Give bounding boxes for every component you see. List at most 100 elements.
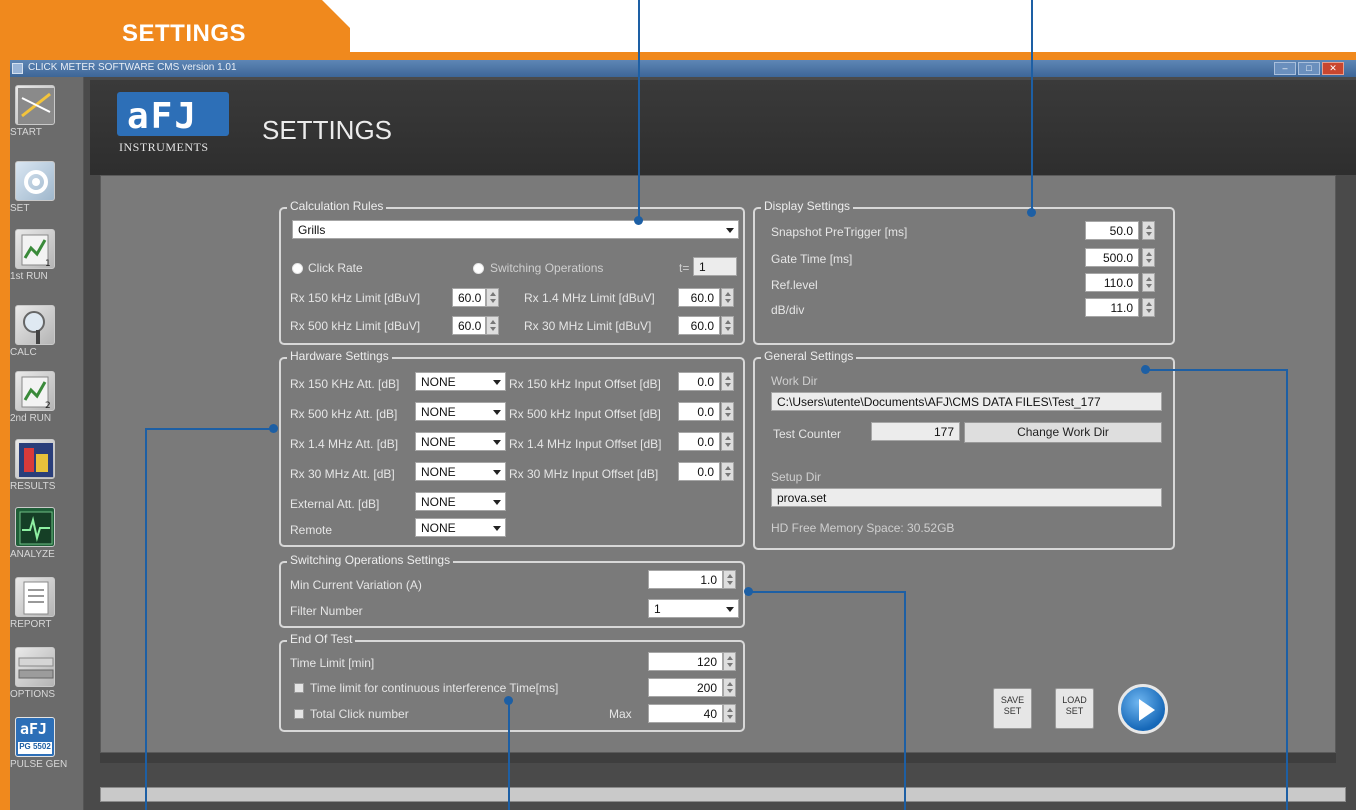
- gate-time-stepper[interactable]: [1142, 248, 1155, 267]
- rx30-offset-input[interactable]: 0.0: [678, 462, 720, 481]
- remote-select[interactable]: NONE: [415, 518, 506, 537]
- remote-label: Remote: [290, 523, 333, 537]
- rx150-att-select[interactable]: NONE: [415, 372, 506, 391]
- rx500-att-select[interactable]: NONE: [415, 402, 506, 421]
- sidebar-item-label: OPTIONS: [10, 689, 56, 700]
- rx500-offset-input[interactable]: 0.0: [678, 402, 720, 421]
- sidebar-item-analyze[interactable]: ANALYZE: [10, 507, 84, 583]
- horizontal-scrollbar[interactable]: [100, 787, 1346, 802]
- db-div-stepper[interactable]: [1142, 298, 1155, 317]
- rx500-limit-input[interactable]: 60.0: [452, 316, 486, 335]
- time-limit-stepper[interactable]: [723, 652, 736, 671]
- rx500-limit-stepper[interactable]: [486, 316, 499, 335]
- rx14-att-select[interactable]: NONE: [415, 432, 506, 451]
- time-limit-input[interactable]: 120: [648, 652, 723, 671]
- rx150-limit-input[interactable]: 60.0: [452, 288, 486, 307]
- save-set-button[interactable]: SAVE SET: [993, 688, 1032, 729]
- sidebar-item-2nd-run[interactable]: 2 2nd RUN: [10, 371, 84, 447]
- calculation-rule-select[interactable]: Grills: [292, 220, 739, 239]
- rx14-limit-stepper[interactable]: [721, 288, 734, 307]
- set-icon: [15, 161, 55, 201]
- rx30-limit-input[interactable]: 60.0: [678, 316, 720, 335]
- play-icon[interactable]: [1118, 684, 1168, 734]
- sidebar-item-label: REPORT: [10, 619, 52, 630]
- callout-leader: [508, 700, 510, 810]
- magnifier-icon: [15, 305, 55, 345]
- rx150-offset-input[interactable]: 0.0: [678, 372, 720, 391]
- sidebar-item-results[interactable]: RESULTS: [10, 439, 84, 515]
- sidebar-item-1st-run[interactable]: 1 1st RUN: [10, 229, 84, 305]
- results-icon: [15, 439, 55, 479]
- general-settings-title: General Settings: [761, 349, 857, 363]
- maximize-icon[interactable]: □: [1298, 62, 1320, 75]
- close-icon[interactable]: ✕: [1322, 62, 1344, 75]
- gate-time-input[interactable]: 500.0: [1085, 248, 1139, 267]
- svg-text:1: 1: [45, 259, 51, 269]
- chevron-down-icon: [493, 380, 501, 385]
- callout-leader: [1286, 369, 1288, 810]
- rx500-limit-label: Rx 500 kHz Limit [dBuV]: [290, 319, 421, 333]
- total-click-checkbox[interactable]: [294, 709, 304, 719]
- max-clicks-input[interactable]: 40: [648, 704, 723, 723]
- max-clicks-stepper[interactable]: [723, 704, 736, 723]
- ref-level-stepper[interactable]: [1142, 273, 1155, 292]
- work-dir-label: Work Dir: [771, 374, 818, 388]
- continuous-interference-input[interactable]: 200: [648, 678, 723, 697]
- snapshot-pretrigger-input[interactable]: 50.0: [1085, 221, 1139, 240]
- load-set-button[interactable]: LOAD SET: [1055, 688, 1094, 729]
- filter-number-label: Filter Number: [290, 604, 363, 618]
- min-current-input[interactable]: 1.0: [648, 570, 723, 589]
- continuous-interference-stepper[interactable]: [723, 678, 736, 697]
- t-input[interactable]: 1: [693, 257, 737, 276]
- rx150-limit-label: Rx 150 kHz Limit [dBuV]: [290, 291, 421, 305]
- sidebar-item-calc[interactable]: CALC: [10, 305, 84, 381]
- sidebar-item-label: RESULTS: [10, 481, 56, 492]
- rx150-att-label: Rx 150 KHz Att. [dB]: [290, 377, 400, 391]
- options-icon: [15, 647, 55, 687]
- callout-leader: [145, 428, 272, 430]
- sidebar-item-start[interactable]: START: [10, 85, 84, 161]
- calculation-rule-value: Grills: [298, 223, 326, 237]
- display-settings-title: Display Settings: [761, 199, 854, 213]
- continuous-interference-checkbox[interactable]: [294, 683, 304, 693]
- change-work-dir-button[interactable]: Change Work Dir: [964, 422, 1162, 443]
- display-row-label: Ref.level: [771, 278, 818, 292]
- sidebar-item-report[interactable]: REPORT: [10, 577, 84, 653]
- rx500-offset-stepper[interactable]: [721, 402, 734, 421]
- db-div-input[interactable]: 11.0: [1085, 298, 1139, 317]
- time-limit-label: Time Limit [min]: [290, 656, 375, 670]
- snapshot-pretrigger-stepper[interactable]: [1142, 221, 1155, 240]
- calculation-rules-title: Calculation Rules: [287, 199, 387, 213]
- rx500-offset-label: Rx 500 kHz Input Offset [dB]: [509, 407, 661, 421]
- rx14-offset-stepper[interactable]: [721, 432, 734, 451]
- report-icon: [15, 577, 55, 617]
- rx150-offset-stepper[interactable]: [721, 372, 734, 391]
- rx14-offset-input[interactable]: 0.0: [678, 432, 720, 451]
- callout-dot: [744, 587, 753, 596]
- rx30-offset-stepper[interactable]: [721, 462, 734, 481]
- pulse-gen-badge: PG 5502: [18, 742, 52, 754]
- rx14-limit-input[interactable]: 60.0: [678, 288, 720, 307]
- rx30-att-select[interactable]: NONE: [415, 462, 506, 481]
- work-dir-input[interactable]: C:\Users\utente\Documents\AFJ\CMS DATA F…: [771, 392, 1162, 411]
- switching-operations-title: Switching Operations Settings: [287, 553, 454, 567]
- chevron-down-icon: [493, 500, 501, 505]
- minimize-icon[interactable]: –: [1274, 62, 1296, 75]
- rx150-limit-stepper[interactable]: [486, 288, 499, 307]
- afj-logo: aFJ INSTRUMENTS: [113, 92, 233, 162]
- setup-dir-input[interactable]: prova.set: [771, 488, 1162, 507]
- external-att-select[interactable]: NONE: [415, 492, 506, 511]
- rx14-offset-label: Rx 1.4 MHz Input Offset [dB]: [509, 437, 662, 451]
- switching-operations-radio[interactable]: [473, 263, 484, 274]
- sidebar-item-pulse-gen[interactable]: aFJ PG 5502 PULSE GEN: [10, 717, 84, 793]
- min-current-stepper[interactable]: [723, 570, 736, 589]
- filter-number-select[interactable]: 1: [648, 599, 739, 618]
- sidebar-item-set[interactable]: SET: [10, 161, 84, 237]
- ref-level-input[interactable]: 110.0: [1085, 273, 1139, 292]
- click-rate-radio[interactable]: [292, 263, 303, 274]
- sidebar-item-options[interactable]: OPTIONS: [10, 647, 84, 723]
- rx30-limit-stepper[interactable]: [721, 316, 734, 335]
- external-att-value: NONE: [421, 495, 456, 509]
- window-titlebar: CLICK METER SOFTWARE CMS version 1.01 – …: [10, 60, 1356, 77]
- callout-dot: [634, 216, 643, 225]
